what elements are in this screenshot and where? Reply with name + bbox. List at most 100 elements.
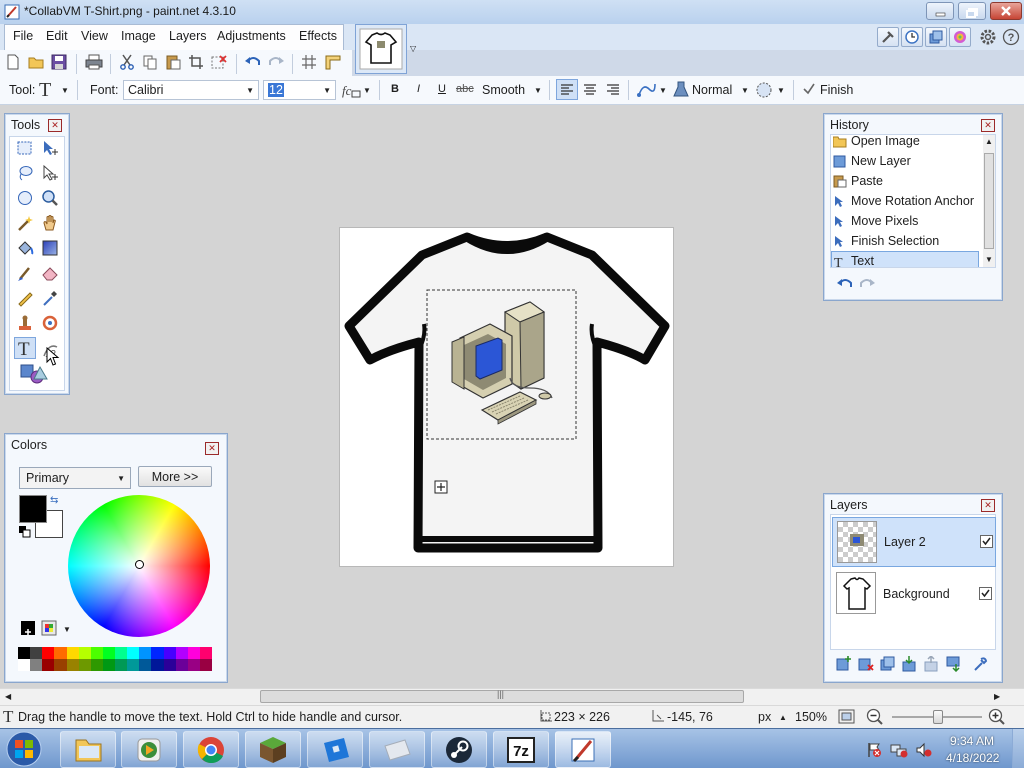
layer-properties-icon[interactable] bbox=[972, 656, 988, 672]
horizontal-scroll-thumb[interactable]: ||| bbox=[260, 689, 744, 703]
history-scrollbar[interactable]: ▲ ▼ bbox=[983, 135, 995, 267]
text-tool-icon[interactable]: T bbox=[38, 79, 56, 99]
magic-wand-icon[interactable] bbox=[16, 214, 34, 232]
history-window-toggle[interactable] bbox=[901, 27, 923, 47]
palette-swatch[interactable] bbox=[30, 647, 43, 659]
history-panel-close-button[interactable]: ✕ bbox=[981, 119, 995, 132]
taskbar-chrome-button[interactable] bbox=[183, 731, 239, 768]
palette-swatch-shade[interactable] bbox=[151, 659, 164, 671]
image-canvas[interactable] bbox=[339, 227, 674, 567]
palette-swatch-shade[interactable] bbox=[66, 659, 79, 671]
menu-image[interactable]: Image bbox=[121, 29, 156, 43]
tab-dropdown-icon[interactable]: ▽ bbox=[410, 44, 416, 53]
palette-swatch[interactable] bbox=[54, 647, 67, 659]
palette-swatch-shade[interactable] bbox=[127, 659, 140, 671]
restore-button[interactable] bbox=[958, 2, 986, 20]
clone-stamp-icon[interactable] bbox=[16, 314, 34, 332]
align-center-icon[interactable] bbox=[581, 80, 599, 99]
move-selection-icon[interactable] bbox=[41, 164, 59, 182]
checkmark-icon[interactable] bbox=[802, 82, 816, 96]
history-item-selected[interactable]: T Text bbox=[831, 252, 979, 272]
palette-swatch[interactable] bbox=[115, 647, 128, 659]
tools-window-toggle[interactable] bbox=[877, 27, 899, 47]
volume-icon[interactable] bbox=[915, 742, 933, 758]
palette-swatch[interactable] bbox=[139, 647, 152, 659]
palette-swatch[interactable] bbox=[199, 647, 212, 659]
palette-swatch[interactable] bbox=[151, 647, 164, 659]
finish-button[interactable]: Finish bbox=[820, 83, 853, 97]
blend-mode-select[interactable]: Normal bbox=[692, 83, 732, 97]
palette-swatch-shade[interactable] bbox=[115, 659, 128, 671]
antialiasing-curve-icon[interactable] bbox=[637, 81, 657, 99]
taskbar-minecraft-button[interactable] bbox=[245, 731, 301, 768]
palette-swatch-shade[interactable] bbox=[199, 659, 212, 671]
colors-window-toggle[interactable] bbox=[949, 27, 971, 47]
scroll-right-icon[interactable]: ▶ bbox=[994, 692, 1000, 701]
delete-layer-icon[interactable] bbox=[858, 656, 874, 672]
pencil-icon[interactable] bbox=[16, 289, 34, 307]
merge-layer-down-icon[interactable] bbox=[902, 656, 918, 672]
minimize-button[interactable] bbox=[926, 2, 954, 20]
units-dropdown-icon[interactable]: ▲ bbox=[779, 713, 787, 722]
palette-swatch-shade[interactable] bbox=[78, 659, 91, 671]
history-scroll-down-icon[interactable]: ▼ bbox=[985, 255, 993, 264]
ruler-icon[interactable] bbox=[324, 54, 342, 70]
tools-panel-close-button[interactable]: ✕ bbox=[48, 119, 62, 132]
ellipse-select-icon[interactable] bbox=[16, 189, 34, 207]
history-item[interactable]: Move Pixels bbox=[831, 212, 979, 232]
history-scroll-thumb[interactable] bbox=[984, 153, 994, 249]
horizontal-scrollbar[interactable]: ◀ ||| ▶ bbox=[0, 688, 1024, 705]
zoom-slider-thumb[interactable] bbox=[933, 710, 943, 724]
move-layer-down-icon[interactable] bbox=[946, 656, 962, 672]
network-icon[interactable] bbox=[890, 742, 908, 758]
open-folder-icon[interactable] bbox=[28, 54, 46, 70]
font-rendering-icon[interactable]: fc bbox=[342, 82, 362, 98]
blend-dropdown-icon[interactable]: ▼ bbox=[741, 86, 749, 95]
cut-icon[interactable] bbox=[119, 54, 135, 70]
antialiasing-dropdown-icon[interactable]: ▼ bbox=[534, 86, 542, 95]
palette-swatch[interactable] bbox=[187, 647, 200, 659]
layer-row-layer-2[interactable]: Layer 2 bbox=[832, 517, 996, 567]
palette-swatch-shade[interactable] bbox=[54, 659, 67, 671]
curve-dropdown-icon[interactable]: ▼ bbox=[659, 86, 667, 95]
selection-dropdown-icon[interactable]: ▼ bbox=[777, 86, 785, 95]
palette-swatch[interactable] bbox=[102, 647, 115, 659]
paint-bucket-icon[interactable] bbox=[16, 239, 34, 257]
recolor-icon[interactable] bbox=[41, 314, 59, 332]
save-icon[interactable] bbox=[51, 54, 67, 70]
move-layer-up-icon[interactable] bbox=[924, 656, 940, 672]
color-picker-icon[interactable] bbox=[41, 289, 59, 307]
duplicate-layer-icon[interactable] bbox=[880, 656, 896, 672]
units-select[interactable]: px bbox=[758, 710, 771, 724]
antialiasing-select[interactable]: Smooth bbox=[482, 83, 525, 97]
palette-swatch-shade[interactable] bbox=[139, 659, 152, 671]
history-undo-icon[interactable] bbox=[836, 276, 854, 292]
palette-swatch-shade[interactable] bbox=[18, 659, 31, 671]
history-item[interactable]: New Layer bbox=[831, 152, 979, 172]
color-palette[interactable] bbox=[18, 647, 212, 671]
taskbar-explorer-button[interactable] bbox=[60, 731, 116, 768]
palette-menu-icon[interactable] bbox=[41, 620, 57, 636]
history-item[interactable]: Open Image bbox=[831, 132, 979, 152]
menu-adjustments[interactable]: Adjustments bbox=[217, 29, 286, 43]
gradient-icon[interactable] bbox=[41, 239, 59, 257]
reset-colors-icon[interactable] bbox=[19, 526, 31, 538]
move-selected-pixels-icon[interactable] bbox=[41, 139, 59, 157]
zoom-to-window-icon[interactable] bbox=[838, 709, 856, 725]
strikethrough-button[interactable]: abc bbox=[456, 83, 474, 95]
layer-row-background[interactable]: Background bbox=[832, 570, 996, 620]
palette-swatch-shade[interactable] bbox=[90, 659, 103, 671]
history-redo-icon[interactable] bbox=[858, 276, 876, 292]
rectangle-select-icon[interactable] bbox=[16, 139, 34, 157]
new-file-icon[interactable] bbox=[5, 54, 21, 70]
scroll-left-icon[interactable]: ◀ bbox=[5, 692, 11, 701]
taskbar-app-button[interactable] bbox=[369, 731, 425, 768]
bold-button[interactable]: B bbox=[391, 83, 399, 95]
copy-icon[interactable] bbox=[142, 54, 158, 70]
primary-color-swatch[interactable] bbox=[19, 495, 47, 523]
align-right-icon[interactable] bbox=[604, 80, 622, 99]
rendering-dropdown-icon[interactable]: ▼ bbox=[363, 86, 371, 95]
tool-dropdown-icon[interactable]: ▼ bbox=[61, 86, 69, 95]
deselect-icon[interactable] bbox=[211, 54, 227, 70]
underline-button[interactable]: U bbox=[438, 83, 446, 95]
